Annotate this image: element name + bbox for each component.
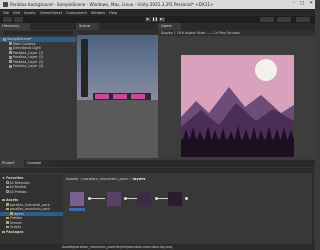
tab-project[interactable]: Project: [0, 160, 24, 167]
search-icon: [6, 185, 9, 189]
folder-icon: [10, 212, 13, 215]
project-panel: Project Console ★ Favorites All Material…: [0, 160, 315, 250]
connector-line: [127, 198, 137, 199]
game-tabstrip: Game: [159, 23, 315, 30]
maximize-button[interactable]: □: [300, 1, 304, 6]
play-button[interactable]: ▶: [145, 17, 151, 22]
texture-preview: [137, 192, 151, 206]
layers-dropdown[interactable]: [260, 17, 274, 22]
scene-toolbar: [77, 30, 158, 35]
texture-preview: [168, 192, 182, 206]
project-folder-tree: ★ Favorites All Materials All Models All…: [0, 174, 63, 250]
scene-panel: Scene: [77, 23, 158, 158]
title-bar: Parallax background - SampleScene - Wind…: [0, 0, 315, 9]
menu-help[interactable]: Help: [109, 11, 117, 15]
hierarchy-item[interactable]: Parallax_Layer (4): [0, 64, 76, 69]
layout-dropdown[interactable]: [277, 17, 291, 22]
asset-label-selected: [69, 208, 85, 211]
game-panel: Game Display 1 16:9 Aspect Scale —— 1x P…: [159, 23, 315, 158]
folder-icon: [6, 216, 9, 220]
main-toolbar: ▶ ❚❚ ▶|: [0, 16, 315, 23]
menu-edit[interactable]: Edit: [13, 11, 20, 15]
breadcrumb-pack[interactable]: parallax_mountain_pack: [82, 176, 128, 181]
tab-game[interactable]: Game: [159, 23, 181, 30]
texture-preview: [107, 192, 121, 206]
connector-line: [91, 198, 105, 199]
folder-icon: [2, 230, 5, 234]
menu-gameobject[interactable]: GameObject: [40, 11, 62, 15]
window-title: Parallax background - SampleScene - Wind…: [10, 2, 214, 7]
menu-file[interactable]: File: [3, 11, 9, 15]
tree-packages[interactable]: Packages: [0, 230, 63, 235]
project-scrollbar[interactable]: [312, 174, 314, 244]
folder-icon: [2, 198, 5, 202]
cloud-icon[interactable]: [14, 17, 23, 22]
search-icon: [6, 181, 9, 184]
scene-viewport[interactable]: [77, 30, 158, 100]
tab-console[interactable]: Console: [25, 160, 49, 167]
folder-icon: [6, 225, 9, 229]
folder-icon: [6, 203, 9, 206]
breadcrumb-assets[interactable]: Assets: [66, 176, 78, 181]
cube-icon: [9, 51, 12, 54]
cube-icon: [9, 64, 12, 68]
pause-button[interactable]: ❚❚: [152, 17, 158, 22]
parallax-mountain-art: [181, 55, 294, 157]
tab-scene[interactable]: Scene: [77, 23, 99, 30]
minimize-button[interactable]: –: [293, 1, 295, 6]
menu-component[interactable]: Component: [66, 11, 87, 15]
cube-icon: [9, 46, 12, 50]
hierarchy-tabstrip: Hierarchy: [0, 23, 76, 30]
scene-icon: [3, 37, 6, 41]
menu-bar: File Edit Assets GameObject Component Wi…: [0, 9, 315, 16]
search-icon[interactable]: [296, 17, 310, 22]
breadcrumb-layers[interactable]: layers: [132, 176, 145, 181]
menu-assets[interactable]: Assets: [24, 11, 36, 15]
asset-thumbnail[interactable]: [137, 192, 151, 206]
asset-thumbnail[interactable]: [168, 192, 182, 206]
connector-line: [158, 198, 168, 199]
project-tabstrip: Project Console: [0, 160, 315, 167]
account-button[interactable]: [3, 17, 12, 22]
cube-icon: [9, 60, 12, 63]
cube-icon: [9, 42, 12, 45]
hierarchy-search-input[interactable]: [3, 31, 73, 35]
asset-thumbnail[interactable]: [69, 192, 85, 211]
asset-thumbnail[interactable]: [107, 192, 121, 206]
tree-item[interactable]: All Prefabs: [0, 190, 63, 195]
tab-hierarchy[interactable]: Hierarchy: [0, 23, 30, 30]
scene-parallax-sprites[interactable]: [93, 93, 151, 100]
sprite-dot-icon[interactable]: [185, 197, 188, 200]
step-button[interactable]: ▶|: [159, 17, 165, 22]
folder-icon: [6, 207, 9, 211]
menu-window[interactable]: Window: [91, 11, 105, 15]
scene-tabstrip: Scene: [77, 23, 158, 30]
close-button[interactable]: ✕: [309, 1, 313, 6]
search-icon: [6, 190, 9, 193]
scene-tools-overlay[interactable]: [81, 39, 88, 97]
texture-preview: [70, 192, 84, 206]
project-search-input[interactable]: [0, 168, 315, 173]
tree-item[interactable]: Scripts: [0, 225, 63, 230]
cube-icon: [9, 55, 12, 59]
breadcrumb: Assets › parallax_mountain_pack › layers: [66, 176, 146, 181]
unity-logo-icon: [3, 2, 8, 7]
scene-ground-plane: [77, 100, 158, 158]
asset-path-status: Assets/parallax_mountain_pack/layers/par…: [0, 244, 315, 250]
folder-icon: [6, 221, 9, 224]
